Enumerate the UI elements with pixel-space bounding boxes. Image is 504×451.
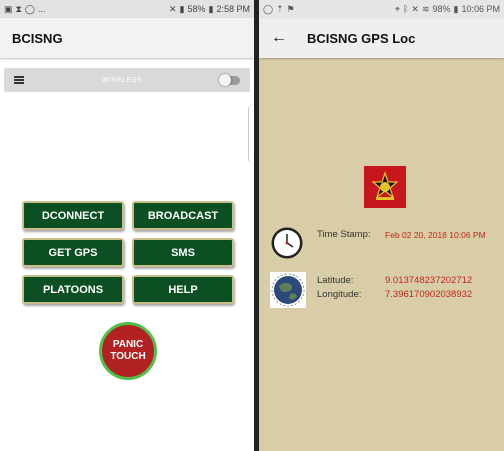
app-bar: BCISNG xyxy=(0,18,254,58)
mute-icon: ✕ xyxy=(169,3,177,14)
status-bar: ◯ ⇡ ⚑ ⌖ ᛒ ✕ ≋ 98% ▮ 10:06 PM xyxy=(259,0,504,18)
battery-icon: ▮ xyxy=(208,3,214,14)
main-screen: ▣ ⧗ ◯ ... ✕ ▮ 58% ▮ 2:58 PM BCISNG WIREL… xyxy=(0,0,254,451)
mute-icon: ✕ xyxy=(411,3,419,14)
app-title: BCISNG xyxy=(12,30,63,46)
panic-button[interactable]: PANIC TOUCH xyxy=(99,322,157,380)
globe-icon xyxy=(270,272,306,308)
latitude-value: 9.013748237202712 xyxy=(385,275,473,286)
wifi-icon: ≋ xyxy=(421,3,430,14)
wireless-label: WIRELESS xyxy=(101,76,143,84)
status-time: 10:06 PM xyxy=(461,4,500,14)
signal-icon: ▮ xyxy=(179,3,185,14)
platoons-button[interactable]: PLATOONS xyxy=(22,275,124,304)
panic-label-line1: PANIC xyxy=(112,339,144,350)
gps-location-screen: ◯ ⇡ ⚑ ⌖ ᛒ ✕ ≋ 98% ▮ 10:06 PM ← BCISNG GP… xyxy=(259,0,504,451)
wireless-toggle[interactable] xyxy=(219,73,240,86)
app-bar: ← BCISNG GPS Loc xyxy=(259,18,504,58)
whatsapp-icon: ◯ xyxy=(263,3,274,14)
army-emblem-icon xyxy=(364,166,406,208)
broadcast-button[interactable]: BROADCAST xyxy=(132,201,234,230)
time-stamp-value: Feb 02 20, 2018 10:06 PM xyxy=(385,230,486,240)
upload-icon: ⇡ xyxy=(276,3,284,14)
toggle-knob xyxy=(219,73,231,86)
scroll-edge xyxy=(248,104,254,164)
status-bar: ▣ ⧗ ◯ ... ✕ ▮ 58% ▮ 2:58 PM xyxy=(0,0,254,18)
location-icon: ⌖ xyxy=(394,3,400,14)
status-ellipsis: ... xyxy=(37,4,46,14)
status-time: 2:58 PM xyxy=(216,4,250,14)
back-arrow-icon[interactable]: ← xyxy=(271,29,287,47)
clock-icon xyxy=(270,226,304,260)
help-button[interactable]: HELP xyxy=(132,275,234,304)
longitude-value: 7.396170902038932 xyxy=(385,289,473,300)
latitude-label: Latitude: xyxy=(317,275,354,286)
flag-icon: ⚑ xyxy=(286,3,295,14)
whatsapp-icon: ◯ xyxy=(24,3,35,14)
gallery-icon: ▣ xyxy=(4,3,13,14)
panic-label-line2: TOUCH xyxy=(110,351,146,362)
app-title: BCISNG GPS Loc xyxy=(307,30,416,46)
sms-button[interactable]: SMS xyxy=(132,238,234,267)
hourglass-icon: ⧗ xyxy=(15,3,22,14)
menu-icon[interactable] xyxy=(14,76,24,84)
wireless-bar: WIRELESS xyxy=(4,68,250,92)
battery-percent: 98% xyxy=(432,4,451,14)
time-stamp-label: Time Stamp: xyxy=(317,229,371,240)
battery-icon: ▮ xyxy=(453,3,459,14)
bluetooth-icon: ᛒ xyxy=(403,4,409,14)
dconnect-button[interactable]: DCONNECT xyxy=(22,201,124,230)
longitude-label: Longitude: xyxy=(317,289,362,300)
get-gps-button[interactable]: GET GPS xyxy=(22,238,124,267)
battery-percent: 58% xyxy=(187,4,206,14)
